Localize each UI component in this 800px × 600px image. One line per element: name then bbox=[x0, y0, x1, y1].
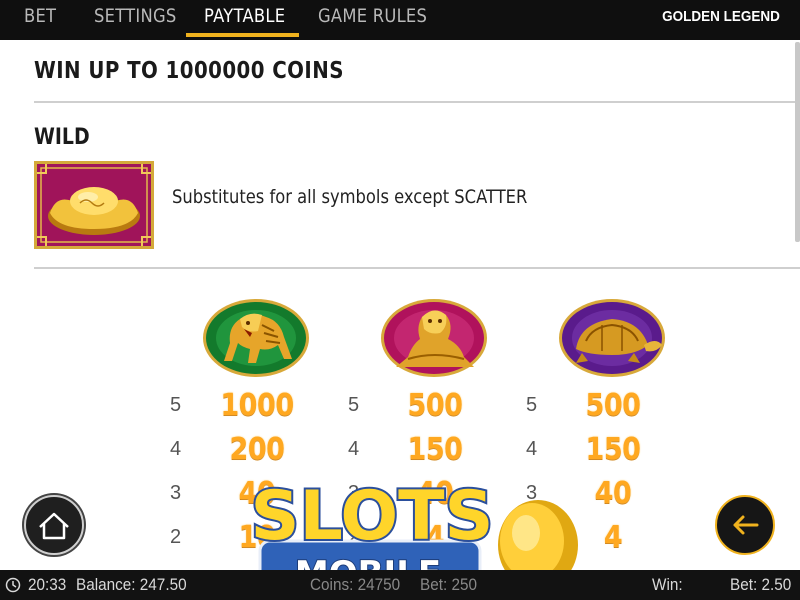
home-button[interactable] bbox=[24, 495, 84, 555]
divider bbox=[34, 267, 800, 269]
back-button[interactable] bbox=[715, 495, 775, 555]
svg-text:SLOTS: SLOTS bbox=[250, 477, 493, 556]
pay-row: 5 1000 bbox=[170, 388, 310, 428]
active-tab-indicator bbox=[186, 33, 299, 37]
clock-time: 20:33 bbox=[28, 575, 67, 594]
symbol-count: 4 bbox=[170, 438, 182, 460]
pay-row: 5 500 bbox=[348, 388, 488, 428]
wild-description: Substitutes for all symbols except SCATT… bbox=[172, 186, 528, 208]
golden-tiger-icon bbox=[203, 299, 309, 377]
tab-settings[interactable]: SETTINGS bbox=[94, 0, 177, 36]
symbol-count: 4 bbox=[526, 438, 538, 460]
payout-value: 150 bbox=[407, 432, 463, 467]
tab-bet[interactable]: BET bbox=[24, 0, 56, 36]
bet-display: Bet: 2.50 bbox=[730, 575, 792, 594]
divider bbox=[34, 101, 800, 103]
pay-row: 4 150 bbox=[526, 432, 666, 472]
pay-row: 4 200 bbox=[170, 432, 310, 472]
wild-title: WILD bbox=[34, 125, 90, 150]
scrollbar[interactable] bbox=[795, 42, 800, 242]
symbol-count: 2 bbox=[170, 526, 182, 548]
payout-value: 1000 bbox=[220, 388, 294, 423]
pay-row: 4 150 bbox=[348, 432, 488, 472]
symbol-count: 5 bbox=[526, 394, 538, 416]
paytable-heading: WIN UP TO 1000000 COINS bbox=[34, 58, 344, 84]
symbol-count: 4 bbox=[348, 438, 360, 460]
golden-foo-dog-icon bbox=[381, 299, 487, 377]
payout-value: 500 bbox=[585, 388, 641, 423]
tab-paytable[interactable]: PAYTABLE bbox=[204, 0, 285, 36]
coins-display: Coins: 24750 bbox=[310, 575, 401, 594]
payout-value: 500 bbox=[407, 388, 463, 423]
balance-display: Balance: 247.50 bbox=[76, 575, 187, 594]
bet-coins-display: Bet: 250 bbox=[420, 575, 477, 594]
clock-icon bbox=[5, 577, 21, 593]
win-display: Win: bbox=[652, 575, 683, 594]
pay-row: 5 500 bbox=[526, 388, 666, 428]
payout-value: 200 bbox=[229, 432, 285, 467]
tab-game-rules[interactable]: GAME RULES bbox=[318, 0, 427, 36]
gold-ingot-icon bbox=[34, 161, 154, 249]
arrow-left-icon bbox=[733, 515, 759, 535]
symbol-count: 5 bbox=[348, 394, 360, 416]
symbol-count: 3 bbox=[170, 482, 182, 504]
symbol-count: 5 bbox=[170, 394, 182, 416]
status-bar: 20:33 Balance: 247.50 Coins: 24750 Bet: … bbox=[0, 570, 800, 600]
home-icon bbox=[39, 512, 69, 540]
top-nav-bar: BET SETTINGS PAYTABLE GAME RULES GOLDEN … bbox=[0, 0, 800, 40]
payout-value: 150 bbox=[585, 432, 641, 467]
golden-turtle-icon bbox=[559, 299, 665, 377]
game-title: GOLDEN LEGEND bbox=[662, 8, 780, 25]
